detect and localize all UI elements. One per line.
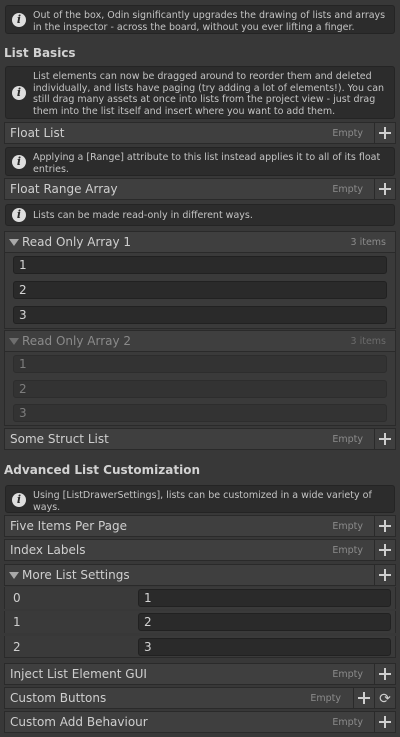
float-list-count: Empty xyxy=(332,128,363,139)
add-element-more-list-settings-button[interactable] xyxy=(374,565,395,585)
index-labels-label: Index Labels xyxy=(10,543,86,557)
index-labels-header[interactable]: Index Labels Empty xyxy=(4,539,396,561)
section-title-list-basics: List Basics xyxy=(4,46,76,60)
add-element-index-labels-button[interactable] xyxy=(374,540,395,560)
list-item-field[interactable]: 3 xyxy=(138,638,391,656)
read-only-array-1-label: Read Only Array 1 xyxy=(22,235,132,249)
read-only-array-2-count: 3 items xyxy=(350,336,386,347)
more-list-settings-header[interactable]: More List Settings xyxy=(4,564,396,586)
info-icon: i xyxy=(12,208,26,222)
custom-add-behaviour-label: Custom Add Behaviour xyxy=(10,715,148,729)
add-element-float-list-button[interactable] xyxy=(374,123,395,143)
readonly-info-box: i Lists can be made read-only in differe… xyxy=(5,204,395,226)
index-label: 0 xyxy=(13,591,21,605)
intro-info-box: i Out of the box, Odin significantly upg… xyxy=(5,5,395,34)
list-item-field: 2 xyxy=(13,380,387,398)
range-info-box: i Applying a [Range] attribute to this l… xyxy=(5,147,395,176)
read-only-array-1-count: 3 items xyxy=(350,237,386,248)
read-only-array-1-body: 1 2 3 xyxy=(4,253,396,329)
read-only-array-1-header[interactable]: Read Only Array 1 3 items xyxy=(4,231,396,253)
list-basics-info-text: List elements can now be dragged around … xyxy=(33,71,385,117)
add-element-float-range-array-button[interactable] xyxy=(374,179,395,199)
custom-buttons-header[interactable]: Custom Buttons Empty ⟳ xyxy=(4,687,396,709)
intro-info-text: Out of the box, Odin significantly upgra… xyxy=(33,10,386,33)
custom-buttons-label: Custom Buttons xyxy=(10,691,107,705)
five-items-per-page-label: Five Items Per Page xyxy=(10,519,128,533)
five-items-per-page-header[interactable]: Five Items Per Page Empty xyxy=(4,515,396,537)
advanced-info-box: i Using [ListDrawerSettings], lists can … xyxy=(5,485,395,513)
info-icon: i xyxy=(12,493,26,507)
foldout-triangle-icon[interactable] xyxy=(9,572,19,579)
foldout-triangle-icon[interactable] xyxy=(9,338,19,345)
advanced-info-text: Using [ListDrawerSettings], lists can be… xyxy=(33,490,372,513)
read-only-array-2-body: 1 2 3 xyxy=(4,352,396,426)
custom-add-behaviour-count: Empty xyxy=(332,717,363,728)
inject-list-element-gui-header[interactable]: Inject List Element GUI Empty xyxy=(4,663,396,685)
add-element-custom-buttons-button[interactable] xyxy=(353,688,374,708)
index-labels-count: Empty xyxy=(332,545,363,556)
add-element-five-items-button[interactable] xyxy=(374,516,395,536)
inject-list-element-gui-label: Inject List Element GUI xyxy=(10,667,147,681)
read-only-array-2-label: Read Only Array 2 xyxy=(22,334,132,348)
add-element-custom-add-behaviour-button[interactable] xyxy=(374,712,395,732)
list-item-field: 3 xyxy=(13,404,387,422)
list-item: 2 3 xyxy=(4,636,396,658)
refresh-icon[interactable]: ⟳ xyxy=(374,688,395,708)
readonly-info-text: Lists can be made read-only in different… xyxy=(33,210,253,221)
list-item-field[interactable]: 1 xyxy=(138,589,391,607)
float-list-label: Float List xyxy=(10,126,65,140)
some-struct-list-count: Empty xyxy=(332,434,363,445)
float-range-array-header[interactable]: Float Range Array Empty xyxy=(4,178,396,200)
info-icon: i xyxy=(12,86,26,100)
more-list-settings-label: More List Settings xyxy=(22,568,130,582)
info-icon: i xyxy=(12,13,26,27)
five-items-per-page-count: Empty xyxy=(332,521,363,532)
foldout-triangle-icon[interactable] xyxy=(9,239,19,246)
add-element-some-struct-list-button[interactable] xyxy=(374,429,395,449)
float-range-array-count: Empty xyxy=(332,184,363,195)
list-item-field[interactable]: 1 xyxy=(13,256,387,274)
custom-add-behaviour-header[interactable]: Custom Add Behaviour Empty xyxy=(4,711,396,733)
list-item-field: 1 xyxy=(13,355,387,373)
inject-list-element-gui-count: Empty xyxy=(332,669,363,680)
index-label: 1 xyxy=(13,615,21,629)
list-item: 0 1 xyxy=(4,587,396,609)
list-basics-info-box: i List elements can now be dragged aroun… xyxy=(5,66,395,119)
list-item-field[interactable]: 3 xyxy=(13,306,387,324)
some-struct-list-label: Some Struct List xyxy=(10,432,109,446)
custom-buttons-count: Empty xyxy=(310,693,341,704)
add-element-inject-gui-button[interactable] xyxy=(374,664,395,684)
list-item-field[interactable]: 2 xyxy=(13,281,387,299)
read-only-array-2-header[interactable]: Read Only Array 2 3 items xyxy=(4,330,396,352)
some-struct-list-header[interactable]: Some Struct List Empty xyxy=(4,428,396,450)
info-icon: i xyxy=(12,155,26,169)
index-label: 2 xyxy=(13,640,21,654)
float-range-array-label: Float Range Array xyxy=(10,182,118,196)
section-title-advanced: Advanced List Customization xyxy=(4,463,200,477)
float-list-header[interactable]: Float List Empty xyxy=(4,122,396,144)
range-info-text: Applying a [Range] attribute to this lis… xyxy=(33,152,381,175)
list-item: 1 2 xyxy=(4,611,396,633)
list-item-field[interactable]: 2 xyxy=(138,613,391,631)
